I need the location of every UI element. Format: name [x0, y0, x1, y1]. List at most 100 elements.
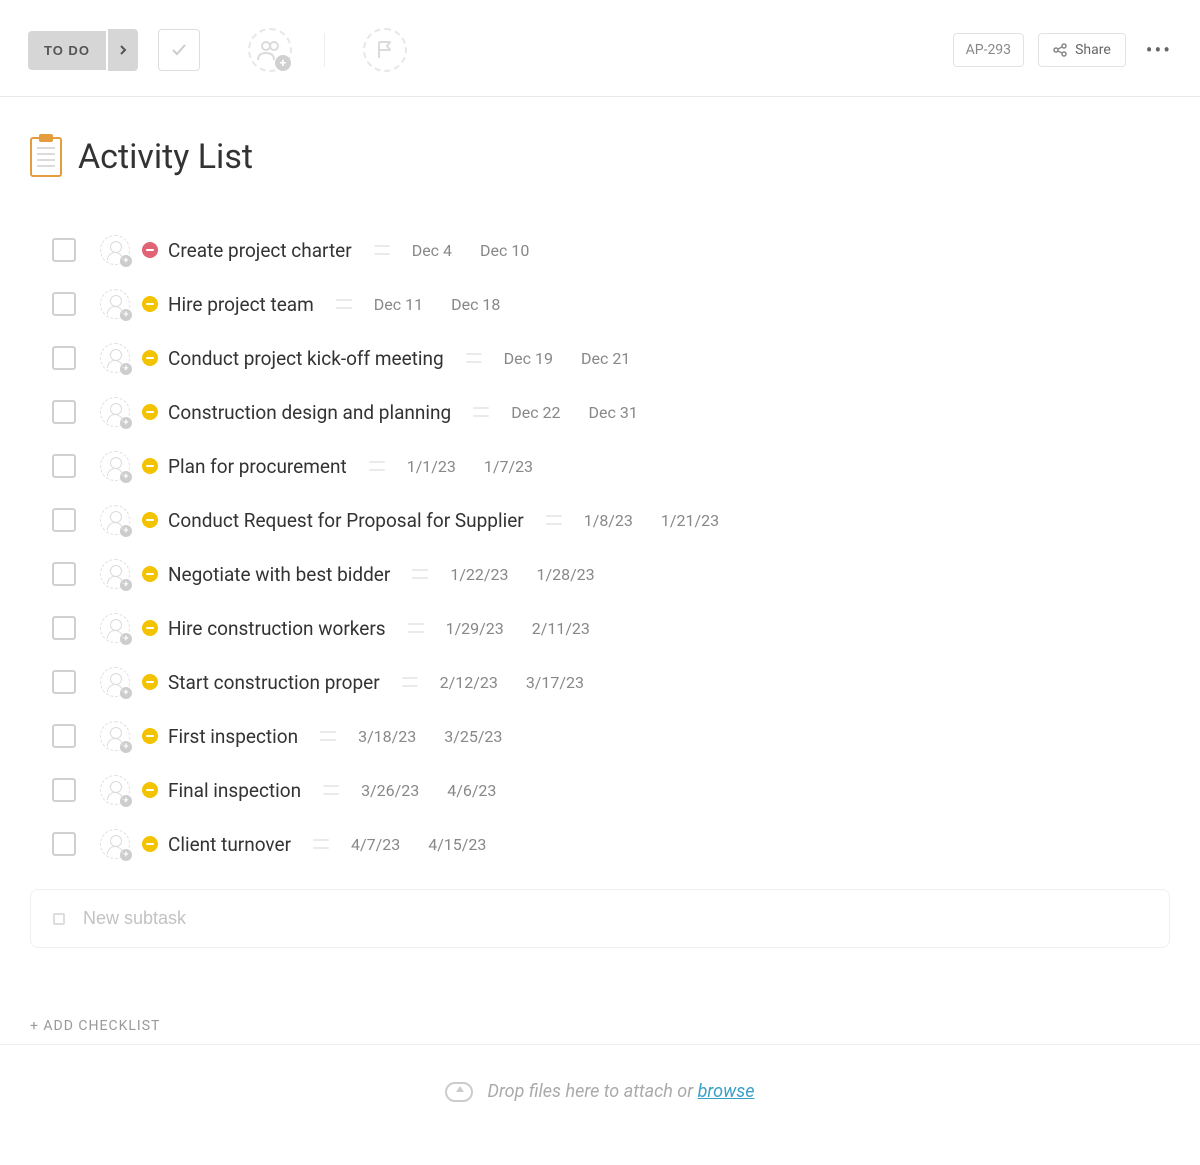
task-title[interactable]: Conduct project kick-off meeting	[168, 347, 444, 370]
assignee-button[interactable]: +	[100, 343, 130, 373]
assignee-button[interactable]: +	[100, 451, 130, 481]
assignee-button[interactable]: +	[100, 829, 130, 859]
end-date[interactable]: Dec 21	[581, 349, 630, 368]
subtask-checkbox[interactable]	[52, 832, 76, 856]
end-date[interactable]: Dec 31	[589, 403, 638, 422]
start-date[interactable]: 1/1/23	[407, 457, 456, 476]
priority-dot-icon[interactable]	[142, 620, 158, 636]
start-date[interactable]: 3/18/23	[358, 727, 416, 746]
task-title[interactable]: Hire project team	[168, 293, 314, 316]
priority-dot-icon[interactable]	[142, 782, 158, 798]
priority-dot-icon[interactable]	[142, 836, 158, 852]
priority-dot-icon[interactable]	[142, 458, 158, 474]
end-date[interactable]: 4/6/23	[447, 781, 496, 800]
end-date[interactable]: 1/28/23	[537, 565, 595, 584]
task-id-badge[interactable]: AP-293	[953, 33, 1024, 67]
subtask-checkbox[interactable]	[52, 724, 76, 748]
task-row[interactable]: + Hire project team Dec 11 Dec 18	[52, 277, 1170, 331]
task-row[interactable]: + Conduct Request for Proposal for Suppli…	[52, 493, 1170, 547]
priority-dot-icon[interactable]	[142, 350, 158, 366]
description-icon	[473, 407, 489, 417]
task-title[interactable]: Hire construction workers	[168, 617, 386, 640]
task-row[interactable]: + Hire construction workers 1/29/23 2/11/23	[52, 601, 1170, 655]
task-row[interactable]: + Client turnover 4/7/23 4/15/23	[52, 817, 1170, 871]
task-row[interactable]: + Start construction proper 2/12/23 3/17/23	[52, 655, 1170, 709]
assignee-button[interactable]: +	[100, 235, 130, 265]
task-row[interactable]: + Construction design and planning Dec 22 D…	[52, 385, 1170, 439]
start-date[interactable]: 4/7/23	[351, 835, 400, 854]
start-date[interactable]: Dec 11	[374, 295, 423, 314]
drop-zone[interactable]: Drop files here to attach or browse	[0, 1044, 1200, 1138]
task-title[interactable]: Negotiate with best bidder	[168, 563, 390, 586]
task-title[interactable]: Start construction proper	[168, 671, 380, 694]
end-date[interactable]: Dec 18	[451, 295, 500, 314]
priority-dot-icon[interactable]	[142, 296, 158, 312]
add-checklist-button[interactable]: + ADD CHECKLIST	[30, 1018, 1170, 1034]
start-date[interactable]: 3/26/23	[361, 781, 419, 800]
subtask-checkbox[interactable]	[52, 400, 76, 424]
status-dropdown-caret[interactable]	[108, 29, 138, 71]
more-menu-button[interactable]: •••	[1146, 38, 1172, 62]
start-date[interactable]: 1/8/23	[584, 511, 633, 530]
assignee-button[interactable]: +	[100, 775, 130, 805]
assignee-button[interactable]: +	[100, 721, 130, 751]
start-date[interactable]: 2/12/23	[440, 673, 498, 692]
new-subtask-input[interactable]	[83, 908, 1147, 929]
start-date[interactable]: 1/29/23	[446, 619, 504, 638]
end-date[interactable]: 1/7/23	[484, 457, 533, 476]
end-date[interactable]: 1/21/23	[661, 511, 719, 530]
status-button[interactable]: TO DO	[28, 31, 106, 70]
assignee-button[interactable]: +	[100, 289, 130, 319]
subtask-checkbox[interactable]	[52, 238, 76, 262]
subtask-checkbox[interactable]	[52, 346, 76, 370]
end-date[interactable]: 4/15/23	[428, 835, 486, 854]
end-date[interactable]: Dec 10	[480, 241, 529, 260]
task-row[interactable]: + Negotiate with best bidder 1/22/23 1/28/2…	[52, 547, 1170, 601]
new-subtask-row[interactable]	[30, 889, 1170, 948]
task-title[interactable]: Client turnover	[168, 833, 291, 856]
end-date[interactable]: 2/11/23	[532, 619, 590, 638]
cloud-upload-icon	[445, 1082, 473, 1102]
assignees-button[interactable]: +	[248, 28, 292, 72]
start-date[interactable]: Dec 22	[511, 403, 560, 422]
task-title[interactable]: Construction design and planning	[168, 401, 451, 424]
share-button[interactable]: Share	[1038, 33, 1126, 67]
priority-dot-icon[interactable]	[142, 566, 158, 582]
task-title[interactable]: Plan for procurement	[168, 455, 347, 478]
subtask-checkbox[interactable]	[52, 616, 76, 640]
assignee-button[interactable]: +	[100, 397, 130, 427]
subtask-checkbox[interactable]	[52, 562, 76, 586]
task-row[interactable]: + First inspection 3/18/23 3/25/23	[52, 709, 1170, 763]
browse-link[interactable]: browse	[698, 1081, 755, 1102]
subtask-checkbox[interactable]	[52, 778, 76, 802]
priority-dot-icon[interactable]	[142, 242, 158, 258]
task-title[interactable]: Final inspection	[168, 779, 301, 802]
end-date[interactable]: 3/17/23	[526, 673, 584, 692]
task-title[interactable]: First inspection	[168, 725, 298, 748]
priority-dot-icon[interactable]	[142, 674, 158, 690]
assignee-button[interactable]: +	[100, 559, 130, 589]
subtask-checkbox[interactable]	[52, 670, 76, 694]
priority-dot-icon[interactable]	[142, 728, 158, 744]
start-date[interactable]: 1/22/23	[450, 565, 508, 584]
end-date[interactable]: 3/25/23	[444, 727, 502, 746]
assignee-button[interactable]: +	[100, 505, 130, 535]
priority-flag-button[interactable]	[363, 28, 407, 72]
start-date[interactable]: Dec 4	[412, 241, 452, 260]
assignee-button[interactable]: +	[100, 613, 130, 643]
task-row[interactable]: + Plan for procurement 1/1/23 1/7/23	[52, 439, 1170, 493]
task-row[interactable]: + Final inspection 3/26/23 4/6/23	[52, 763, 1170, 817]
subtask-checkbox[interactable]	[52, 508, 76, 532]
priority-dot-icon[interactable]	[142, 404, 158, 420]
task-row[interactable]: + Create project charter Dec 4 Dec 10	[52, 223, 1170, 277]
complete-task-button[interactable]	[158, 29, 200, 71]
start-date[interactable]: Dec 19	[504, 349, 553, 368]
assignee-button[interactable]: +	[100, 667, 130, 697]
task-title[interactable]: Create project charter	[168, 239, 352, 262]
subtask-checkbox[interactable]	[52, 454, 76, 478]
subtask-checkbox[interactable]	[52, 292, 76, 316]
description-icon	[412, 569, 428, 579]
priority-dot-icon[interactable]	[142, 512, 158, 528]
task-row[interactable]: + Conduct project kick-off meeting Dec 19 D…	[52, 331, 1170, 385]
task-title[interactable]: Conduct Request for Proposal for Supplie…	[168, 509, 524, 532]
